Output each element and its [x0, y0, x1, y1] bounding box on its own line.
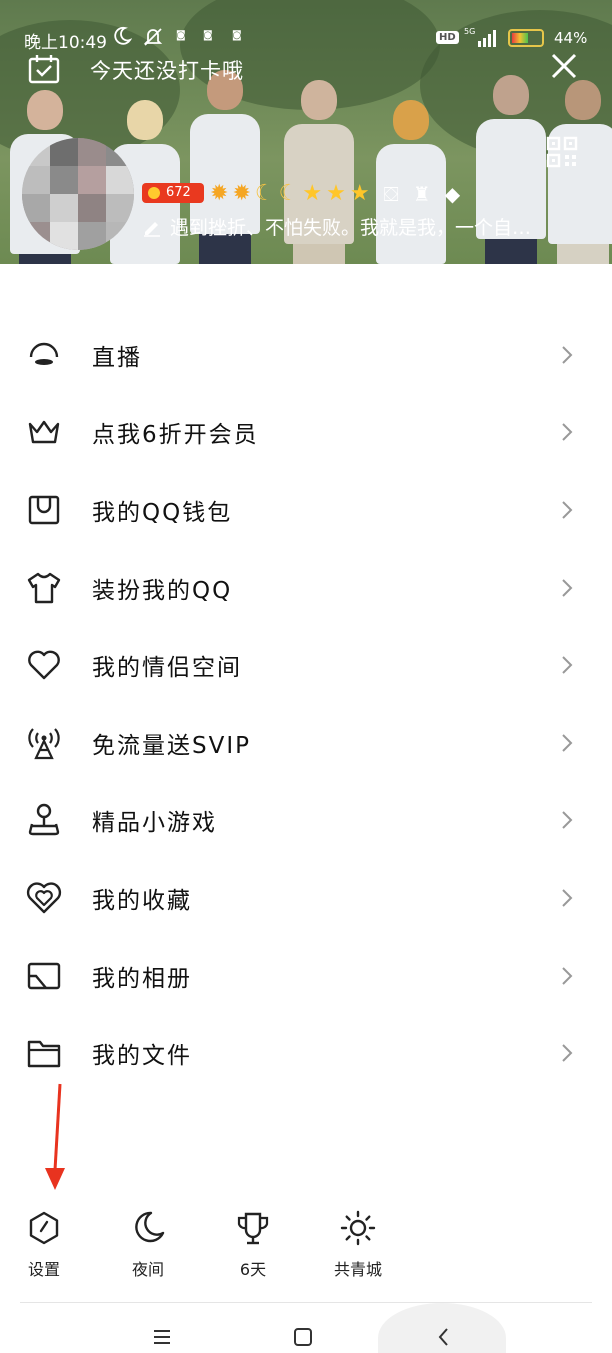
menu-item-label: 点我6折开会员	[92, 422, 259, 449]
battery-percent: 44%	[554, 29, 588, 47]
menu-item-mini-games[interactable]: 精品小游戏	[0, 782, 612, 860]
annotation-arrow-icon	[45, 1083, 65, 1190]
chevron-right-icon	[562, 889, 573, 907]
chevron-right-icon	[562, 734, 573, 752]
level-dot-icon	[148, 187, 160, 199]
settings-icon	[29, 1211, 59, 1245]
moon-level-icon: ☾	[278, 181, 299, 206]
night-mode-label: 夜间	[131, 1260, 164, 1279]
menu-item-dressup[interactable]: 装扮我的QQ	[0, 549, 612, 627]
system-nav-bar	[0, 1303, 612, 1353]
home-icon[interactable]	[291, 1325, 315, 1349]
chevron-right-icon	[562, 966, 573, 985]
star-level-icon: ★	[326, 181, 346, 206]
menu-item-label: 装扮我的QQ	[92, 577, 233, 604]
weather-city-label: 共青城	[333, 1260, 382, 1279]
favorite-icon	[26, 882, 62, 914]
sun-level-icon: ✹	[232, 181, 251, 206]
menu-item-free-data[interactable]: 免流量送SVIP	[0, 704, 612, 782]
signal-icon	[478, 30, 496, 47]
drawer-menu: 直播 点我6折开会员 我的QQ钱包 装扮我的QQ 我的情侣空间 免流量送SVIP…	[0, 316, 612, 1092]
notification-icon: ◙	[203, 30, 213, 41]
chevron-right-icon	[562, 501, 573, 519]
star-level-icon: ★	[349, 181, 370, 206]
menu-item-label: 我的文件	[92, 1043, 192, 1070]
menu-item-couple-space[interactable]: 我的情侣空间	[0, 626, 612, 704]
star-level-icon: ★	[302, 181, 323, 206]
menu-item-label: 我的收藏	[92, 887, 192, 914]
menu-icon[interactable]	[150, 1325, 174, 1349]
weather-sun-icon	[340, 1210, 376, 1246]
menu-item-wallet[interactable]: 我的QQ钱包	[0, 471, 612, 549]
wallet-icon	[28, 495, 60, 525]
notification-icon: ◙	[232, 30, 242, 41]
chevron-right-icon	[562, 423, 573, 442]
checkin-prompt[interactable]: 今天还没打卡哦	[90, 55, 244, 85]
chevron-right-icon	[562, 656, 573, 674]
crown-icon	[28, 421, 60, 444]
status-bar: 晚上10:49 ◙ ◙ ◙ HD 5G 44%	[0, 0, 612, 53]
streak-button[interactable]: 6天	[218, 1210, 288, 1280]
live-icon	[29, 342, 59, 365]
chevron-right-icon	[562, 346, 573, 364]
night-mode-button[interactable]: 夜间	[113, 1210, 183, 1280]
menu-item-album[interactable]: 我的相册	[0, 937, 612, 1015]
level-badge[interactable]: 672	[142, 183, 204, 203]
menu-item-label: 我的QQ钱包	[92, 499, 233, 526]
trophy-icon	[237, 1212, 269, 1245]
streak-label: 6天	[239, 1260, 267, 1279]
menu-item-label: 我的情侣空间	[92, 655, 242, 682]
profile-banner: 晚上10:49 ◙ ◙ ◙ HD 5G 44% 今天还没打卡哦 672 ✹ ✹ …	[0, 0, 612, 264]
settings-label: 设置	[27, 1260, 60, 1279]
signature-text: 遇到挫折、不怕失败。我就是我，一个自…	[170, 217, 532, 239]
chevron-right-icon	[562, 811, 573, 830]
chevron-right-icon	[562, 578, 573, 597]
level-value: 672	[166, 185, 191, 200]
drawer-toolbar: 设置 夜间 6天 共青城	[0, 1210, 612, 1290]
photo-figure	[548, 80, 612, 264]
menu-item-label: 免流量送SVIP	[92, 732, 251, 759]
night-mode-icon	[135, 1211, 165, 1243]
folder-icon	[27, 1040, 61, 1068]
signature-row[interactable]: 遇到挫折、不怕失败。我就是我，一个自…	[142, 213, 531, 240]
notification-icon: ◙	[176, 30, 186, 41]
diamond-icon: ◆	[444, 182, 461, 206]
menu-item-files[interactable]: 我的文件	[0, 1014, 612, 1092]
settings-button[interactable]: 设置	[9, 1210, 79, 1280]
heart-icon	[28, 650, 60, 680]
hd-badge: HD	[436, 31, 459, 44]
menu-item-live[interactable]: 直播	[0, 316, 612, 394]
privilege-icon: ⛋	[383, 182, 399, 206]
antenna-icon	[28, 728, 60, 759]
menu-item-favorites[interactable]: 我的收藏	[0, 859, 612, 937]
qr-code-icon[interactable]	[546, 136, 578, 168]
moon-level-icon: ☾	[254, 181, 275, 206]
game-icon	[28, 804, 60, 836]
level-icons[interactable]: ✹ ✹ ☾ ☾ ★ ★ ★ ⛋ ♜ ◆	[210, 180, 460, 208]
calendar-check-icon[interactable]	[28, 54, 60, 84]
menu-item-label: 精品小游戏	[92, 810, 217, 837]
moon-icon	[114, 26, 132, 45]
menu-item-label: 我的相册	[92, 965, 192, 992]
pen-icon	[144, 221, 160, 237]
sun-level-icon: ✹	[210, 181, 229, 206]
mute-icon	[143, 28, 163, 46]
weather-button[interactable]: 共青城	[323, 1210, 393, 1280]
tshirt-icon	[27, 572, 61, 603]
close-icon[interactable]	[548, 50, 580, 82]
back-icon[interactable]	[432, 1325, 456, 1349]
privilege-icon: ♜	[412, 182, 431, 206]
chevron-right-icon	[562, 1044, 573, 1062]
album-icon	[27, 962, 61, 989]
battery-icon	[508, 29, 544, 47]
network-badge: 5G	[464, 27, 476, 36]
status-time: 晚上10:49	[24, 33, 107, 53]
menu-item-vip[interactable]: 点我6折开会员	[0, 394, 612, 472]
avatar[interactable]	[22, 138, 134, 250]
menu-item-label: 直播	[92, 344, 142, 371]
